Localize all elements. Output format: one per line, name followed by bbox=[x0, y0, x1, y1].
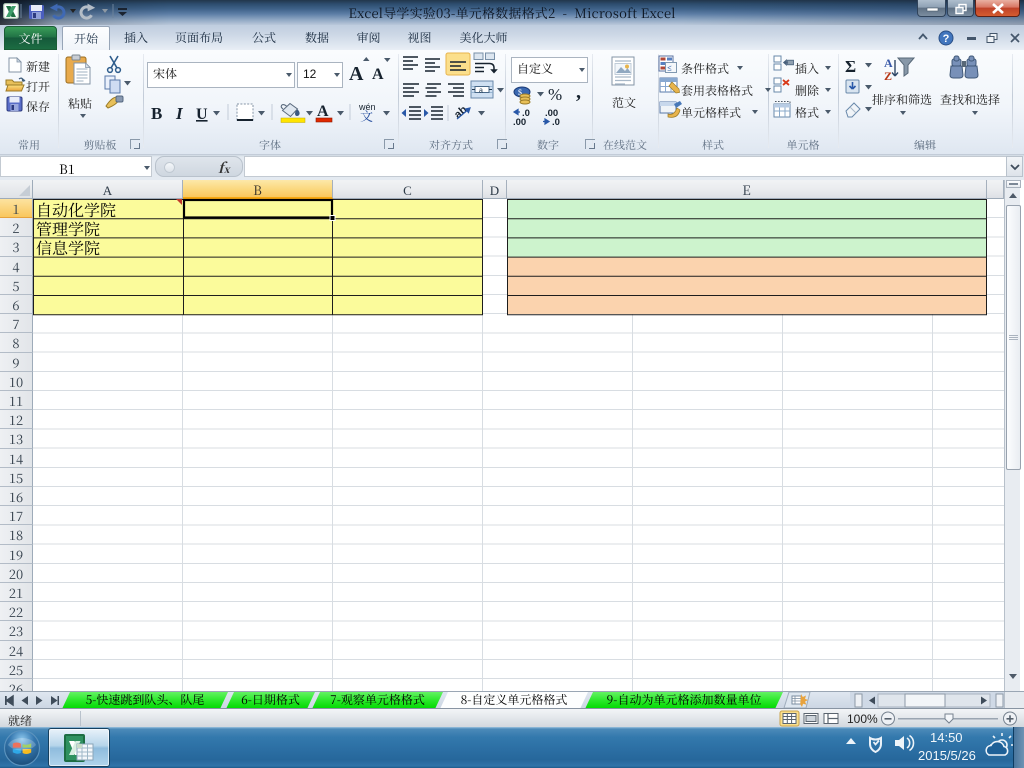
svg-text:Z: Z bbox=[884, 69, 892, 83]
svg-text:B: B bbox=[151, 104, 162, 123]
svg-text:%: % bbox=[548, 85, 562, 104]
svg-text:100%: 100% bbox=[847, 712, 878, 726]
svg-text:a: a bbox=[479, 88, 483, 95]
svg-text:Σ: Σ bbox=[845, 57, 856, 76]
svg-text:A: A bbox=[372, 66, 384, 83]
svg-text:14:50: 14:50 bbox=[930, 730, 963, 745]
svg-text:ab: ab bbox=[452, 104, 470, 122]
svg-text:.00: .00 bbox=[513, 117, 526, 128]
svg-text:2015/5/26: 2015/5/26 bbox=[918, 748, 976, 763]
svg-text:U: U bbox=[196, 106, 208, 123]
svg-text:?: ? bbox=[943, 33, 950, 45]
svg-text:I: I bbox=[175, 104, 184, 123]
svg-text:A: A bbox=[884, 56, 893, 70]
svg-text:≤: ≤ bbox=[667, 64, 672, 73]
svg-text:A: A bbox=[349, 63, 364, 85]
svg-text:,: , bbox=[576, 81, 581, 103]
svg-text:A: A bbox=[317, 103, 329, 120]
svg-text:文: 文 bbox=[360, 106, 373, 125]
svg-text:.0: .0 bbox=[552, 117, 560, 128]
